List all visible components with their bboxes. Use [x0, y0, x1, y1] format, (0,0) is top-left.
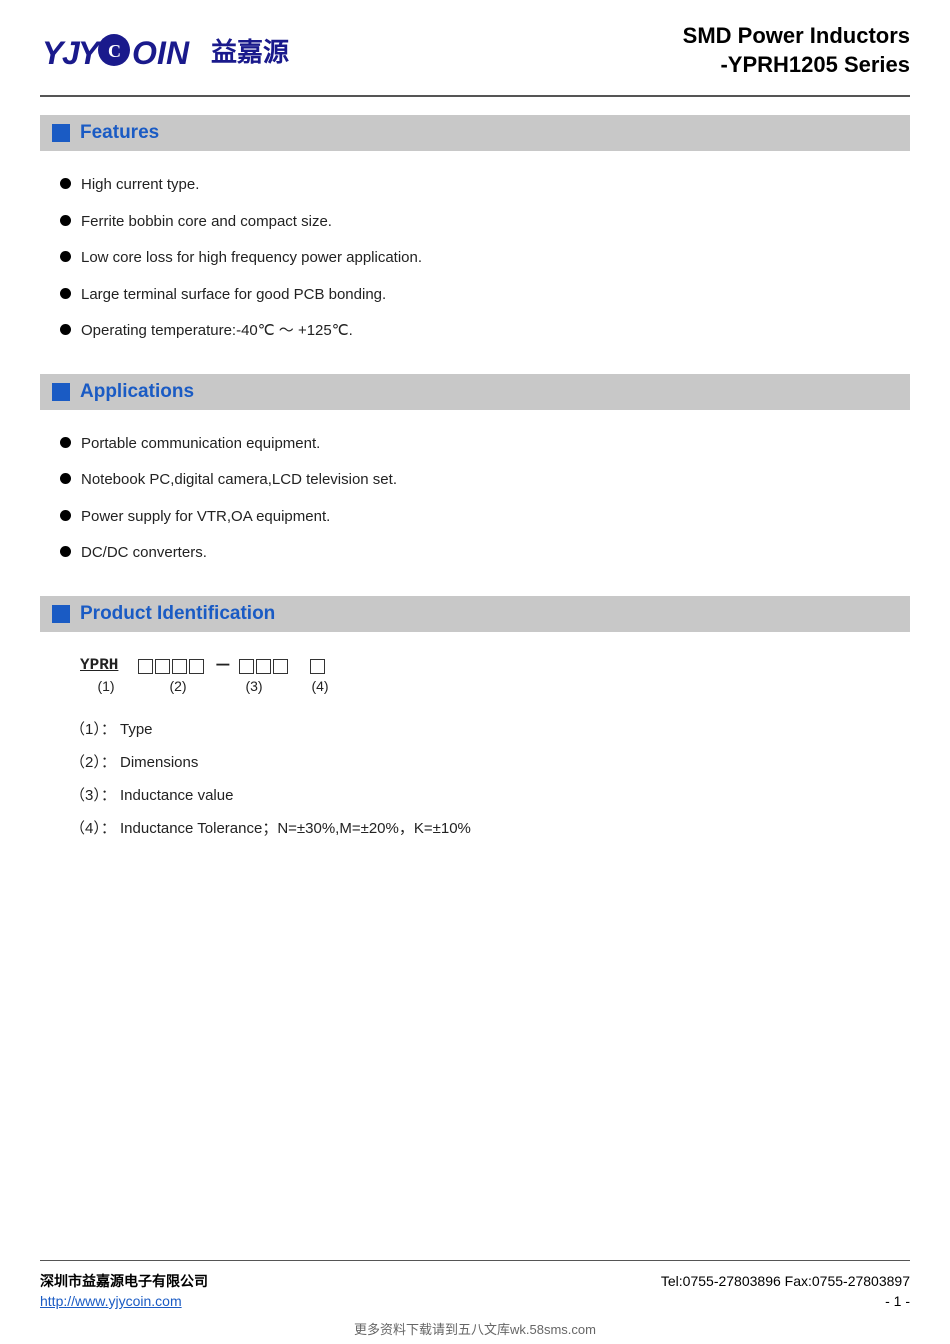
diagram-yprh: YPRH	[80, 656, 118, 674]
bullet-dot	[60, 510, 71, 521]
detail-4: （4）： Inductance Tolerance；N=±30%,M=±20%，…	[70, 815, 880, 842]
detail-3: （3）： Inductance value	[70, 782, 880, 809]
diagram-label-4: (4)	[302, 678, 338, 694]
bullet-dot	[60, 546, 71, 557]
svg-text:O: O	[132, 35, 157, 71]
diagram-box	[273, 659, 288, 674]
diagram-label-3: (3)	[218, 678, 290, 694]
diagram-box	[239, 659, 254, 674]
diagram-single-box	[310, 659, 325, 674]
detail-1: （1）： Type	[70, 716, 880, 743]
bullet-dot	[60, 437, 71, 448]
features-icon	[52, 124, 70, 142]
list-item: Notebook PC,digital camera,LCD televisio…	[40, 462, 910, 499]
diagram-label-2: (2)	[140, 678, 216, 694]
features-section-header: Features	[40, 115, 910, 151]
bullet-dot	[60, 288, 71, 299]
list-item: Power supply for VTR,OA equipment.	[40, 499, 910, 536]
list-item: Portable communication equipment.	[40, 426, 910, 463]
diagram-boxes-group1	[138, 659, 204, 674]
diagram-box	[138, 659, 153, 674]
list-item: Low core loss for high frequency power a…	[40, 240, 910, 277]
diagram-box	[155, 659, 170, 674]
product-id-icon	[52, 605, 70, 623]
footer-row2: http://www.yjycoin.com - 1 -	[40, 1293, 910, 1309]
list-item: Ferrite bobbin core and compact size.	[40, 204, 910, 241]
footer-watermark: 更多资料下载请到五八文库wk.58sms.com	[40, 1311, 910, 1340]
header: Y J Y C O I N 益嘉源	[40, 0, 910, 97]
header-title: SMD Power Inductors -YPRH1205 Series	[683, 22, 910, 79]
bullet-dot	[60, 251, 71, 262]
applications-section-header: Applications	[40, 374, 910, 410]
detail-2: （2）： Dimensions	[70, 749, 880, 776]
svg-text:C: C	[108, 41, 121, 61]
diagram-labels-row: (1) (2) (3) (4)	[70, 678, 880, 694]
bullet-dot	[60, 178, 71, 189]
footer-company: 深圳市益嘉源电子有限公司	[40, 1271, 208, 1291]
header-title-line1: SMD Power Inductors -YPRH1205 Series	[683, 22, 910, 79]
diagram-box	[172, 659, 187, 674]
footer-url[interactable]: http://www.yjycoin.com	[40, 1293, 182, 1309]
applications-title: Applications	[80, 381, 194, 403]
list-item: Large terminal surface for good PCB bond…	[40, 277, 910, 314]
features-title: Features	[80, 122, 159, 144]
diagram-label-1: (1)	[80, 678, 132, 694]
footer-row1: 深圳市益嘉源电子有限公司 Tel:0755-27803896 Fax:0755-…	[40, 1271, 910, 1291]
logo-area: Y J Y C O I N 益嘉源	[40, 28, 289, 74]
logo-cn-text: 益嘉源	[211, 32, 289, 69]
bullet-dot	[60, 215, 71, 226]
svg-text:N: N	[166, 35, 190, 71]
footer-page: - 1 -	[885, 1293, 910, 1309]
list-item: High current type.	[40, 167, 910, 204]
diagram-box	[189, 659, 204, 674]
main-content: Features High current type. Ferrite bobb…	[40, 97, 910, 1260]
product-id-section-header: Product Identification	[40, 596, 910, 632]
logo-image: Y J Y C O I N	[40, 28, 195, 74]
list-item: DC/DC converters.	[40, 535, 910, 572]
footer-contact: Tel:0755-27803896 Fax:0755-27803897	[661, 1273, 910, 1289]
product-id-details: （1）： Type （2）： Dimensions （3）： Inductanc…	[40, 700, 910, 858]
bullet-dot	[60, 473, 71, 484]
diagram-boxes-group2	[239, 659, 288, 674]
footer: 深圳市益嘉源电子有限公司 Tel:0755-27803896 Fax:0755-…	[40, 1260, 910, 1344]
applications-list: Portable communication equipment. Notebo…	[40, 420, 910, 578]
diagram-dash: －	[214, 657, 231, 674]
bullet-dot	[60, 324, 71, 335]
features-list: High current type. Ferrite bobbin core a…	[40, 161, 910, 356]
list-item: Operating temperature:-40℃ ～ +125℃.	[40, 313, 910, 350]
page-wrapper: Y J Y C O I N 益嘉源	[0, 0, 950, 1344]
applications-icon	[52, 383, 70, 401]
product-id-diagram: YPRH －	[40, 642, 910, 700]
logo-svg: Y J Y C O I N	[40, 28, 195, 74]
product-id-title: Product Identification	[80, 603, 275, 625]
diagram-box	[256, 659, 271, 674]
